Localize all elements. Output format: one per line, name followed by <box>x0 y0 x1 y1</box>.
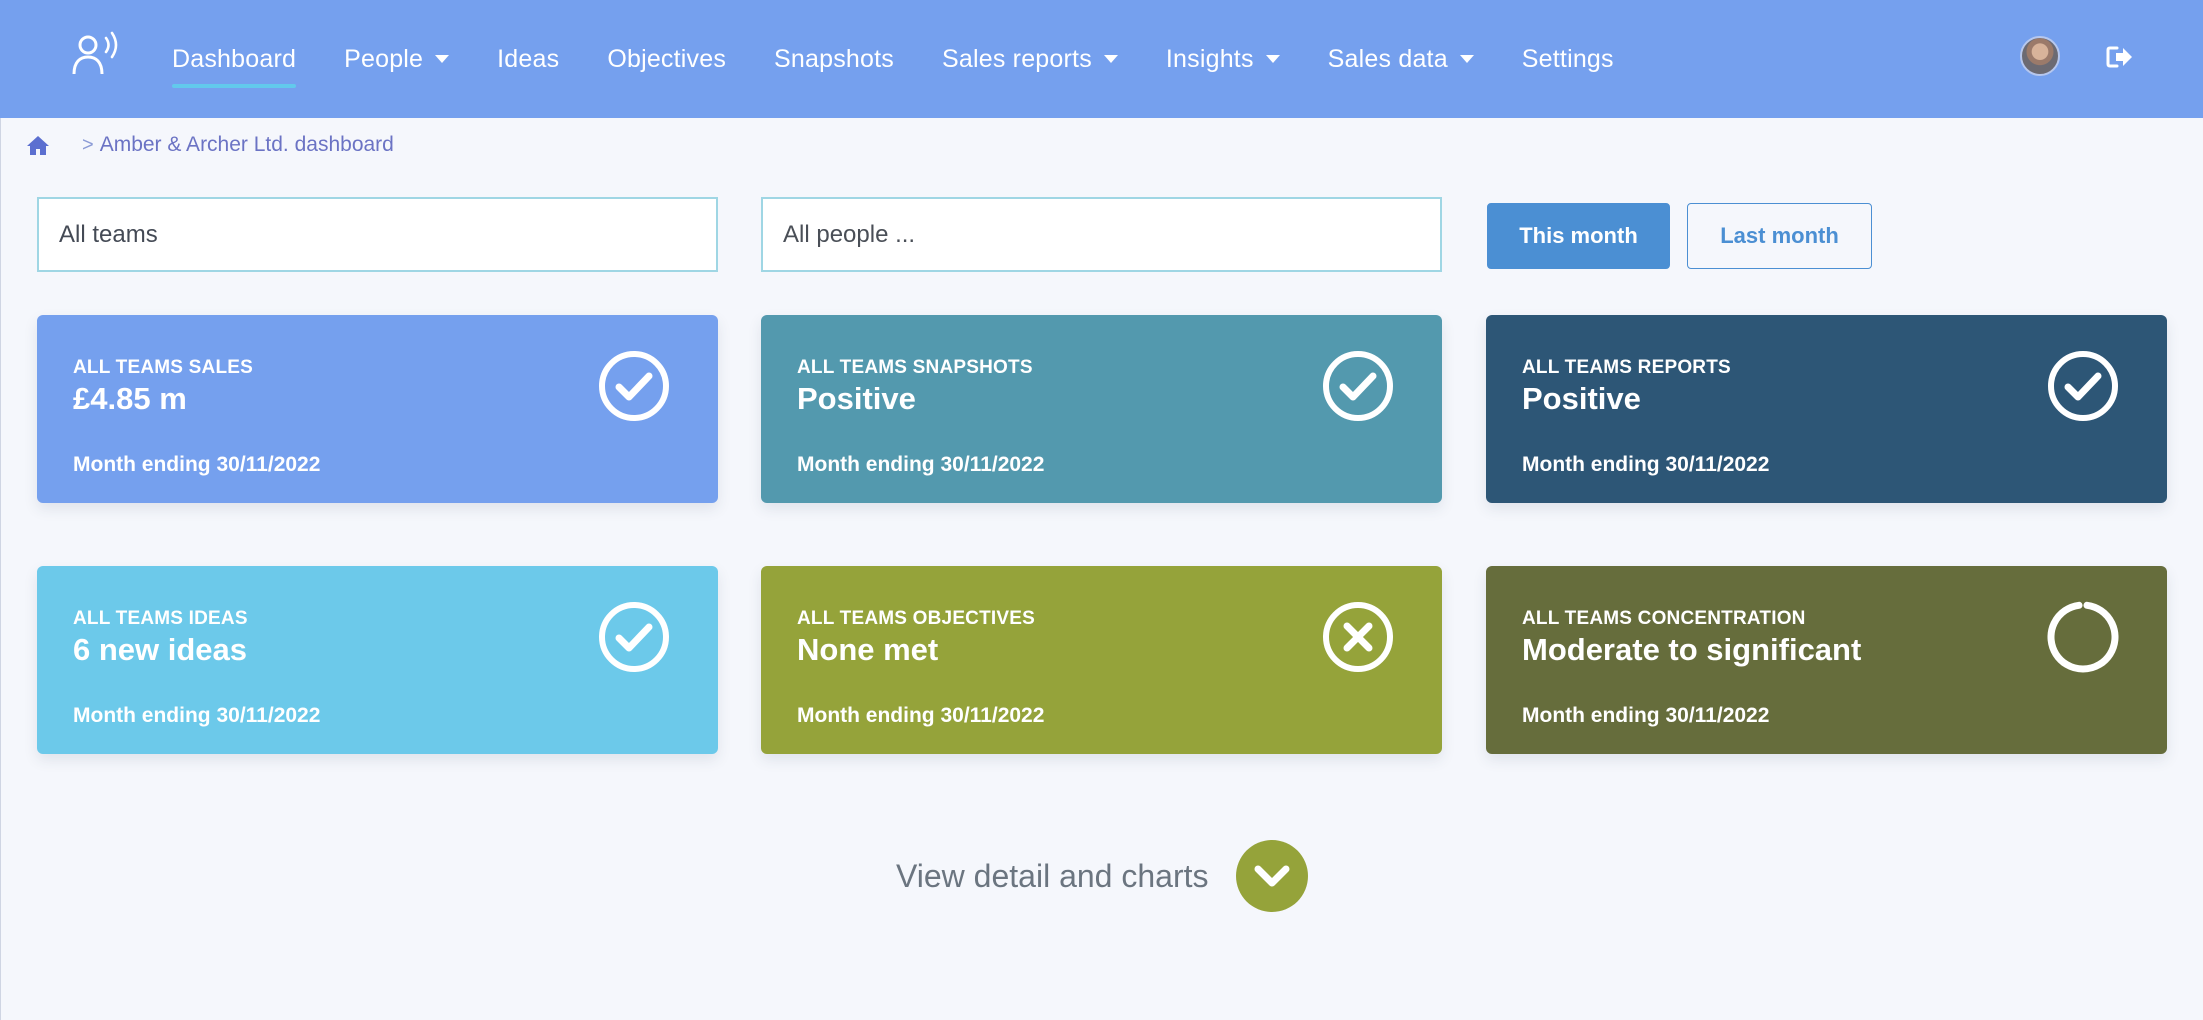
caret-down-icon <box>1103 55 1118 63</box>
caret-down-icon <box>1265 55 1280 63</box>
ring-icon <box>2047 601 2119 673</box>
check-circle-icon <box>1323 351 1393 421</box>
check-circle-icon <box>599 602 669 672</box>
card-reports[interactable]: ALL TEAMS REPORTS Positive Month ending … <box>1486 315 2167 503</box>
nav-dashboard-label: Dashboard <box>172 44 297 73</box>
card-title: ALL TEAMS SNAPSHOTS <box>797 357 1033 378</box>
nav-snapshots-label: Snapshots <box>774 44 894 73</box>
top-navbar: Dashboard People Ideas Objectives Snapsh… <box>0 0 2203 118</box>
breadcrumb: > Amber & Archer Ltd. dashboard <box>26 130 394 160</box>
nav-objectives[interactable]: Objectives <box>607 0 726 118</box>
nav-sales-reports-label: Sales reports <box>942 44 1092 73</box>
nav-menu: Dashboard People Ideas Objectives Snapsh… <box>172 0 1662 118</box>
nav-objectives-label: Objectives <box>607 44 727 73</box>
view-detail-label: View detail and charts <box>896 857 1209 894</box>
card-value: Positive <box>1522 381 1641 416</box>
card-subtitle: Month ending 30/11/2022 <box>1522 453 1770 476</box>
nav-sales-reports[interactable]: Sales reports <box>942 0 1118 118</box>
card-value: Moderate to significant <box>1522 632 1862 667</box>
people-search-input[interactable] <box>761 197 1442 272</box>
nav-settings[interactable]: Settings <box>1522 0 1614 118</box>
nav-sales-data-label: Sales data <box>1327 44 1448 73</box>
card-title: ALL TEAMS REPORTS <box>1522 357 1731 378</box>
card-subtitle: Month ending 30/11/2022 <box>797 453 1045 476</box>
card-title: ALL TEAMS CONCENTRATION <box>1522 608 1806 629</box>
breadcrumb-separator: > <box>82 133 94 156</box>
user-avatar[interactable] <box>2020 36 2060 76</box>
breadcrumb-current[interactable]: Amber & Archer Ltd. dashboard <box>100 133 394 157</box>
nav-snapshots[interactable]: Snapshots <box>774 0 894 118</box>
card-concentration[interactable]: ALL TEAMS CONCENTRATION Moderate to sign… <box>1486 566 2167 754</box>
card-value: £4.85 m <box>73 381 187 416</box>
card-title: ALL TEAMS IDEAS <box>73 608 248 629</box>
card-value: Positive <box>797 381 916 416</box>
home-icon[interactable] <box>26 134 50 156</box>
x-circle-icon <box>1323 602 1393 672</box>
nav-insights[interactable]: Insights <box>1166 0 1280 118</box>
chevron-down-icon <box>1254 865 1290 887</box>
card-title: ALL TEAMS OBJECTIVES <box>797 608 1036 629</box>
nav-sales-data[interactable]: Sales data <box>1328 0 1474 118</box>
card-subtitle: Month ending 30/11/2022 <box>73 453 321 476</box>
last-month-button[interactable]: Last month <box>1687 203 1872 269</box>
nav-dashboard[interactable]: Dashboard <box>172 0 297 118</box>
logo-icon[interactable] <box>70 28 126 78</box>
nav-ideas[interactable]: Ideas <box>497 0 559 118</box>
card-title: ALL TEAMS SALES <box>73 357 253 378</box>
card-objectives[interactable]: ALL TEAMS OBJECTIVES None met Month endi… <box>761 566 1442 754</box>
caret-down-icon <box>1459 55 1474 63</box>
card-ideas[interactable]: ALL TEAMS IDEAS 6 new ideas Month ending… <box>37 566 718 754</box>
caret-down-icon <box>435 55 450 63</box>
nav-ideas-label: Ideas <box>497 44 560 73</box>
card-sales[interactable]: ALL TEAMS SALES £4.85 m Month ending 30/… <box>37 315 718 503</box>
card-snapshots[interactable]: ALL TEAMS SNAPSHOTS Positive Month endin… <box>761 315 1442 503</box>
card-subtitle: Month ending 30/11/2022 <box>73 704 321 727</box>
page-border <box>0 118 1 1020</box>
card-subtitle: Month ending 30/11/2022 <box>1522 704 1770 727</box>
check-circle-icon <box>2048 351 2118 421</box>
card-value: 6 new ideas <box>73 632 248 667</box>
nav-settings-label: Settings <box>1521 44 1614 73</box>
nav-insights-label: Insights <box>1165 44 1254 73</box>
this-month-button[interactable]: This month <box>1487 203 1670 269</box>
expand-button[interactable] <box>1236 840 1309 912</box>
nav-people[interactable]: People <box>344 0 450 118</box>
view-detail-link[interactable]: View detail and charts <box>896 840 1309 912</box>
card-subtitle: Month ending 30/11/2022 <box>797 704 1045 727</box>
logout-icon[interactable] <box>2104 42 2134 72</box>
card-value: None met <box>797 632 939 667</box>
teams-select[interactable] <box>37 197 718 272</box>
check-circle-icon <box>599 351 669 421</box>
nav-people-label: People <box>344 44 424 73</box>
